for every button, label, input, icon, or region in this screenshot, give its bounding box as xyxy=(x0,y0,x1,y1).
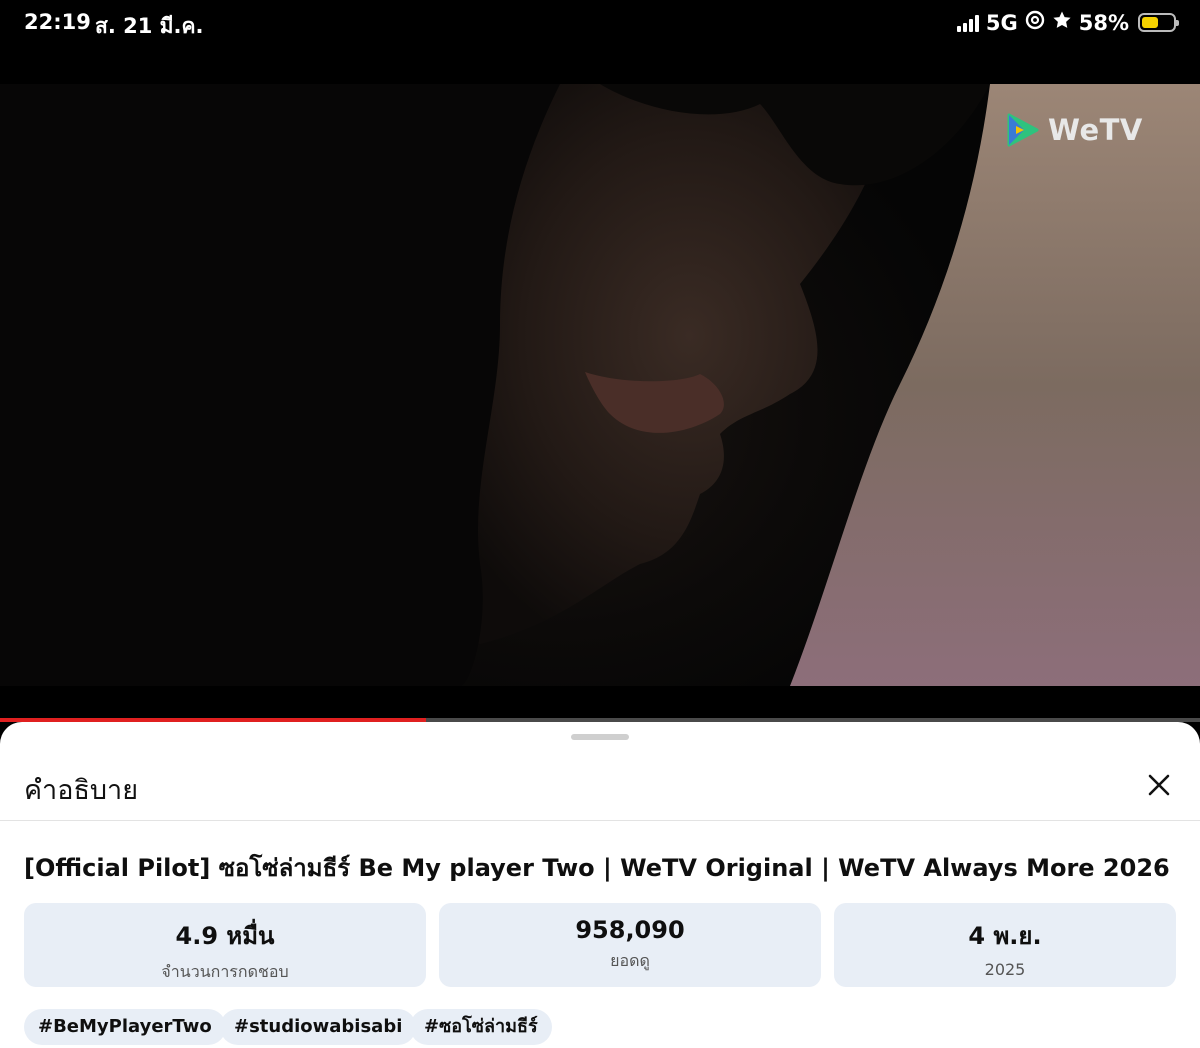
hashtag-chip[interactable]: #ซอโซ่ล่ามธีร์ xyxy=(410,1009,552,1045)
wetv-logo-text: WeTV xyxy=(1048,113,1143,147)
description-sheet: คำอธิบาย [Official Pilot] ซอโซ่ล่ามธีร์ … xyxy=(0,722,1200,1048)
views-value: 958,090 xyxy=(575,916,685,944)
sheet-drag-handle[interactable] xyxy=(571,734,629,740)
star-icon xyxy=(1052,10,1072,35)
views-label: ยอดดู xyxy=(610,951,650,970)
wetv-logo: WeTV xyxy=(1004,112,1143,148)
likes-label: จำนวนการกดชอบ xyxy=(161,962,289,981)
close-button[interactable] xyxy=(1140,766,1178,804)
date-stat: 4 พ.ย. 2025 xyxy=(834,903,1176,987)
hashtag-chip[interactable]: #BeMyPlayerTwo xyxy=(24,1009,226,1045)
sheet-title: คำอธิบาย xyxy=(24,775,139,806)
network-label: 5G xyxy=(985,10,1018,35)
divider xyxy=(0,820,1200,821)
close-icon xyxy=(1148,774,1170,796)
battery-percent: 58% xyxy=(1078,10,1129,35)
status-time: 22:19 xyxy=(24,10,91,34)
video-player[interactable]: WeTV xyxy=(0,84,1200,686)
likes-stat: 4.9 หมื่น จำนวนการกดชอบ xyxy=(24,903,426,987)
status-indicators: 5G 58% xyxy=(956,10,1179,35)
date-value: 4 พ.ย. xyxy=(968,922,1042,950)
signal-icon xyxy=(956,14,979,32)
status-bar: 22:19 ส. 21 มี.ค. 5G 58% xyxy=(0,0,1200,84)
video-frame xyxy=(0,84,1200,686)
stats-row: 4.9 หมื่น จำนวนการกดชอบ 958,090 ยอดดู 4 … xyxy=(24,903,1176,987)
battery-icon xyxy=(1138,13,1179,32)
play-logo-icon xyxy=(1007,113,1039,147)
video-bottom-bar xyxy=(0,686,1200,722)
at-icon xyxy=(1025,10,1045,35)
likes-value: 4.9 หมื่น xyxy=(175,922,275,950)
status-date: ส. 21 มี.ค. xyxy=(95,14,204,38)
year-label: 2025 xyxy=(984,960,1026,979)
video-title: [Official Pilot] ซอโซ่ล่ามธีร์ Be My pla… xyxy=(24,854,1170,882)
hashtag-chip[interactable]: #studiowabisabi xyxy=(220,1009,417,1045)
views-stat: 958,090 ยอดดู xyxy=(439,903,821,987)
